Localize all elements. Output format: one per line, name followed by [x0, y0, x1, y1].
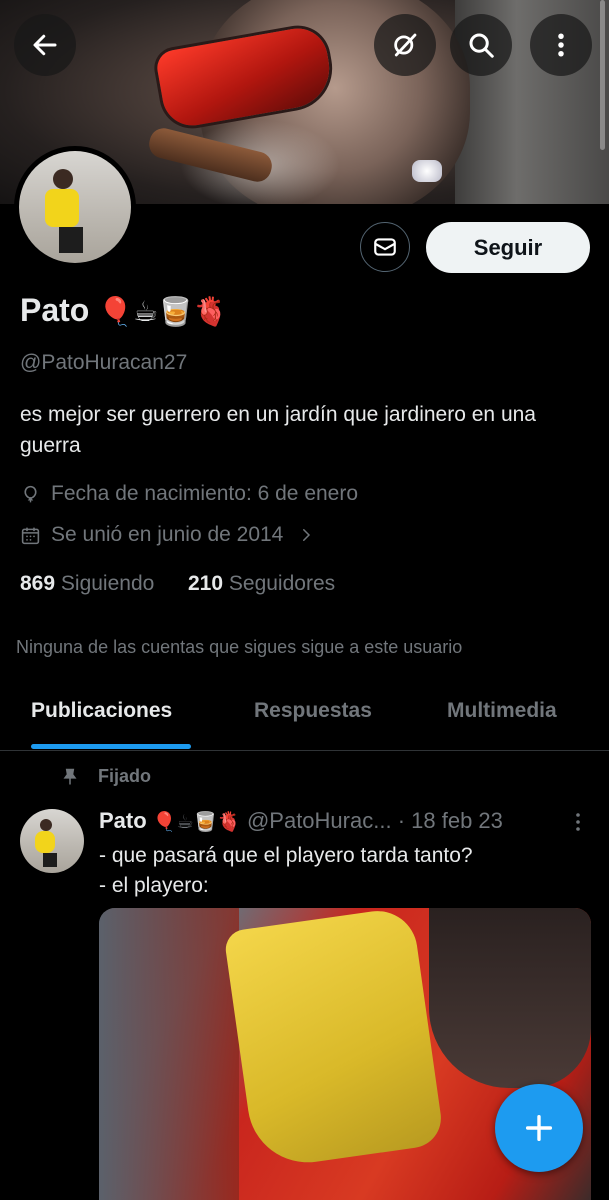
- following-label: Siguiendo: [60, 572, 155, 595]
- grok-button[interactable]: [374, 14, 436, 76]
- birthday-row: Fecha de nacimiento: 6 de enero: [20, 482, 358, 506]
- plus-icon: [525, 1114, 553, 1142]
- profile-avatar[interactable]: [14, 146, 136, 268]
- more-vertical-icon: [576, 813, 580, 831]
- tweet-header: Pato 🎈☕🥃🫀 @PatoHurac... · 18 feb 23: [99, 808, 503, 834]
- scrollbar[interactable]: [600, 0, 605, 150]
- search-button[interactable]: [450, 14, 512, 76]
- arrow-left-icon: [33, 34, 57, 56]
- pin-icon: [63, 768, 77, 784]
- tab-multimedia[interactable]: Multimedia: [447, 699, 557, 723]
- chevron-right-icon: [303, 529, 311, 541]
- follow-counts: 869 Siguiendo 210 Seguidores: [20, 572, 335, 596]
- profile-bio: es mejor ser guerrero en un jardín que j…: [20, 403, 536, 457]
- tweet-author-avatar[interactable]: [20, 809, 84, 873]
- joined-row[interactable]: Se unió en junio de 2014: [20, 523, 315, 547]
- compose-button[interactable]: [495, 1084, 583, 1172]
- mutuals-text: Ninguna de las cuentas que sigues sigue …: [16, 637, 463, 657]
- tweet-text: - que pasará que el playero tarda tanto?…: [99, 844, 473, 897]
- following-link[interactable]: 869 Siguiendo: [20, 572, 154, 595]
- tweet-more-button[interactable]: [570, 810, 586, 839]
- balloon-icon: [24, 485, 37, 502]
- message-button[interactable]: [360, 222, 410, 272]
- grok-icon: [394, 33, 417, 57]
- tweet-date[interactable]: · 18 feb 23: [398, 808, 503, 833]
- followers-count: 210: [188, 572, 224, 595]
- profile-name-emojis: 🎈☕🥃🫀: [98, 295, 228, 328]
- active-tab-indicator: [31, 744, 191, 749]
- tweet-author-name[interactable]: Pato: [99, 808, 147, 833]
- tweet-author-emojis: 🎈☕🥃🫀: [152, 811, 241, 833]
- profile-handle: @PatoHuracan27: [20, 351, 188, 374]
- tabs-divider: [0, 750, 609, 751]
- tab-respuestas[interactable]: Respuestas: [254, 699, 372, 723]
- follow-button[interactable]: Seguir: [426, 222, 590, 273]
- followers-label: Seguidores: [228, 572, 336, 595]
- envelope-icon: [374, 238, 396, 256]
- more-button[interactable]: [530, 14, 592, 76]
- joined-text: Se unió en junio de 2014: [51, 523, 284, 546]
- tab-publicaciones[interactable]: Publicaciones: [31, 699, 172, 723]
- search-icon: [469, 33, 494, 58]
- more-vertical-icon: [558, 33, 564, 57]
- calendar-icon: [21, 527, 40, 544]
- profile-name: Pato 🎈☕🥃🫀: [20, 292, 228, 329]
- pinned-indicator: Fijado: [60, 766, 151, 787]
- following-count: 869: [20, 572, 56, 595]
- pinned-label: Fijado: [98, 766, 151, 786]
- birthday-text: Fecha de nacimiento: 6 de enero: [51, 482, 359, 505]
- back-button[interactable]: [14, 14, 76, 76]
- profile-name-text: Pato: [20, 292, 90, 328]
- followers-link[interactable]: 210 Seguidores: [188, 572, 335, 595]
- tweet-author-handle[interactable]: @PatoHurac...: [247, 808, 392, 833]
